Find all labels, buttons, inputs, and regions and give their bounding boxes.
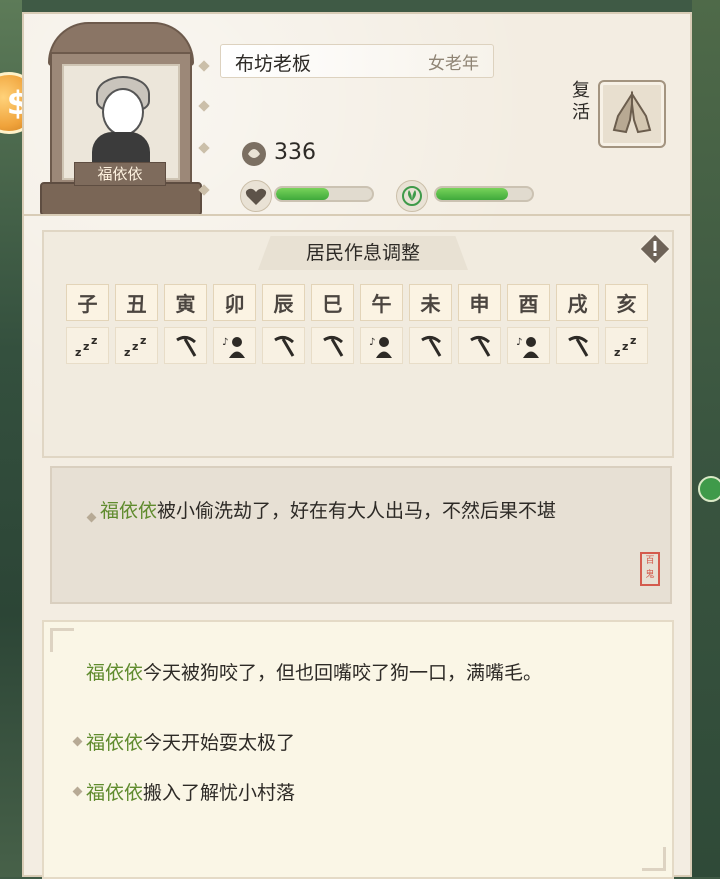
- hour-label: 丑: [115, 284, 158, 321]
- health-bar-fill: [276, 188, 329, 200]
- svg-text:z: z: [614, 346, 620, 358]
- event-text: 搬入了解忧小村落: [143, 782, 296, 804]
- hour-column: 亥zzz: [605, 284, 648, 364]
- health-heart-icon: [240, 180, 272, 212]
- log-bullet: [86, 512, 97, 523]
- svg-text:z: z: [75, 346, 81, 358]
- hour-label: 卯: [213, 284, 256, 321]
- hour-column: 巳: [311, 284, 354, 364]
- age-gender-label: 女老年: [428, 54, 479, 74]
- event-bullet: [72, 786, 83, 797]
- work-activity-icon[interactable]: [458, 327, 501, 364]
- hour-label: 午: [360, 284, 403, 321]
- event-text: 今天被狗咬了，但也回嘴咬了狗一口，满嘴毛。: [143, 662, 543, 684]
- hour-column: 辰: [262, 284, 305, 364]
- hour-label: 辰: [262, 284, 305, 321]
- section-divider: [24, 214, 690, 216]
- log-text: 被小偷洗劫了，好在有大人出马，不然后果不堪: [157, 500, 557, 522]
- event-item: 福依依今天被狗咬了，但也回嘴咬了狗一口，满嘴毛。: [86, 660, 626, 686]
- svg-text:z: z: [132, 340, 138, 353]
- health-bar: [274, 186, 374, 202]
- event-log-box: 福依依被小偷洗劫了，好在有大人出马，不然后果不堪: [50, 466, 672, 604]
- event-bullet: [72, 736, 83, 747]
- hour-column: 酉 ♪: [507, 284, 550, 364]
- event-resident-name: 福依依: [86, 782, 144, 804]
- hour-label: 寅: [164, 284, 207, 321]
- hour-column: 午 ♪: [360, 284, 403, 364]
- play-activity-icon[interactable]: ♪: [507, 327, 550, 364]
- warning-icon[interactable]: [638, 232, 672, 266]
- work-activity-icon[interactable]: [164, 327, 207, 364]
- hour-label: 戌: [556, 284, 599, 321]
- hour-label: 未: [409, 284, 452, 321]
- svg-text:♪: ♪: [222, 337, 228, 348]
- sleep-activity-icon[interactable]: zzz: [66, 327, 109, 364]
- work-activity-icon[interactable]: [409, 327, 452, 364]
- resident-name-plate: 福依依: [74, 162, 166, 186]
- svg-text:z: z: [622, 340, 628, 353]
- hour-grid: 子 z z z 丑 z z z 寅卯 ♪ 辰巳午 ♪ 未申酉 ♪ 戌亥 z z z: [66, 284, 648, 364]
- hour-label: 申: [458, 284, 501, 321]
- event-resident-name: 福依依: [86, 732, 144, 754]
- svg-text:z: z: [630, 334, 636, 347]
- resident-panel: 福依依 布坊老板 女老年 复活 336 居民作息调整 子 z z z 丑 z z…: [22, 12, 692, 879]
- bullet-diamond: [198, 100, 210, 112]
- event-item: 福依依搬入了解忧小村落: [78, 777, 626, 809]
- svg-text:z: z: [91, 334, 97, 347]
- hour-column: 丑zzz: [115, 284, 158, 364]
- play-activity-icon[interactable]: ♪: [360, 327, 403, 364]
- svg-text:♪: ♪: [516, 337, 522, 348]
- hour-column: 戌: [556, 284, 599, 364]
- play-activity-icon[interactable]: ♪: [213, 327, 256, 364]
- coin-count: 336: [274, 140, 316, 165]
- work-activity-icon[interactable]: [262, 327, 305, 364]
- event-item: 福依依今天开始耍太极了: [78, 727, 626, 759]
- hour-label: 亥: [605, 284, 648, 321]
- hour-column: 寅: [164, 284, 207, 364]
- money-icon: [242, 142, 266, 166]
- event-resident-name: 福依依: [86, 662, 144, 684]
- avatar-face: [102, 88, 144, 136]
- job-title: 布坊老板: [235, 53, 312, 75]
- log-entry: 福依依被小偷洗劫了，好在有大人出马，不然后果不堪: [100, 498, 620, 524]
- hour-column: 卯 ♪: [213, 284, 256, 364]
- world-background-right: [692, 0, 720, 877]
- svg-text:z: z: [124, 346, 130, 358]
- bullet-diamond: [198, 60, 210, 72]
- work-activity-icon[interactable]: [556, 327, 599, 364]
- sleep-activity-icon[interactable]: zzz: [115, 327, 158, 364]
- mood-leaf-icon: [396, 180, 428, 212]
- svg-text:z: z: [83, 340, 89, 353]
- job-title-bar: 布坊老板 女老年: [220, 44, 494, 78]
- hour-label: 酉: [507, 284, 550, 321]
- revive-label: 复活: [572, 80, 590, 123]
- work-activity-icon[interactable]: [311, 327, 354, 364]
- hour-column: 未: [409, 284, 452, 364]
- corner-ornament: [50, 628, 74, 652]
- schedule-section: 居民作息调整 子 z z z 丑 z z z 寅卯 ♪ 辰巳午 ♪ 未申酉 ♪ 戌亥 z z z: [42, 230, 674, 458]
- revive-button[interactable]: [598, 80, 666, 148]
- portrait-base: [40, 182, 202, 216]
- praying-hands-icon: [612, 90, 652, 134]
- hour-label: 巳: [311, 284, 354, 321]
- hour-label: 子: [66, 284, 109, 321]
- bullet-diamond: [198, 142, 210, 154]
- schedule-title: 居民作息调整: [258, 236, 468, 270]
- mood-bar-fill: [436, 188, 508, 200]
- portrait-frame: 福依依: [40, 22, 202, 216]
- side-green-dot[interactable]: [698, 476, 720, 502]
- hour-column: 子zzz: [66, 284, 109, 364]
- event-text: 今天开始耍太极了: [143, 732, 296, 754]
- svg-text:z: z: [140, 334, 146, 347]
- mood-bar: [434, 186, 534, 202]
- log-resident-name: 福依依: [100, 500, 158, 522]
- hour-column: 申: [458, 284, 501, 364]
- sleep-activity-icon[interactable]: zzz: [605, 327, 648, 364]
- corner-ornament: [642, 847, 666, 871]
- seal-stamp: 百鬼: [640, 552, 660, 586]
- svg-text:♪: ♪: [369, 337, 375, 348]
- events-list: 福依依今天被狗咬了，但也回嘴咬了狗一口，满嘴毛。 福依依今天开始耍太极了 福依依…: [42, 620, 674, 879]
